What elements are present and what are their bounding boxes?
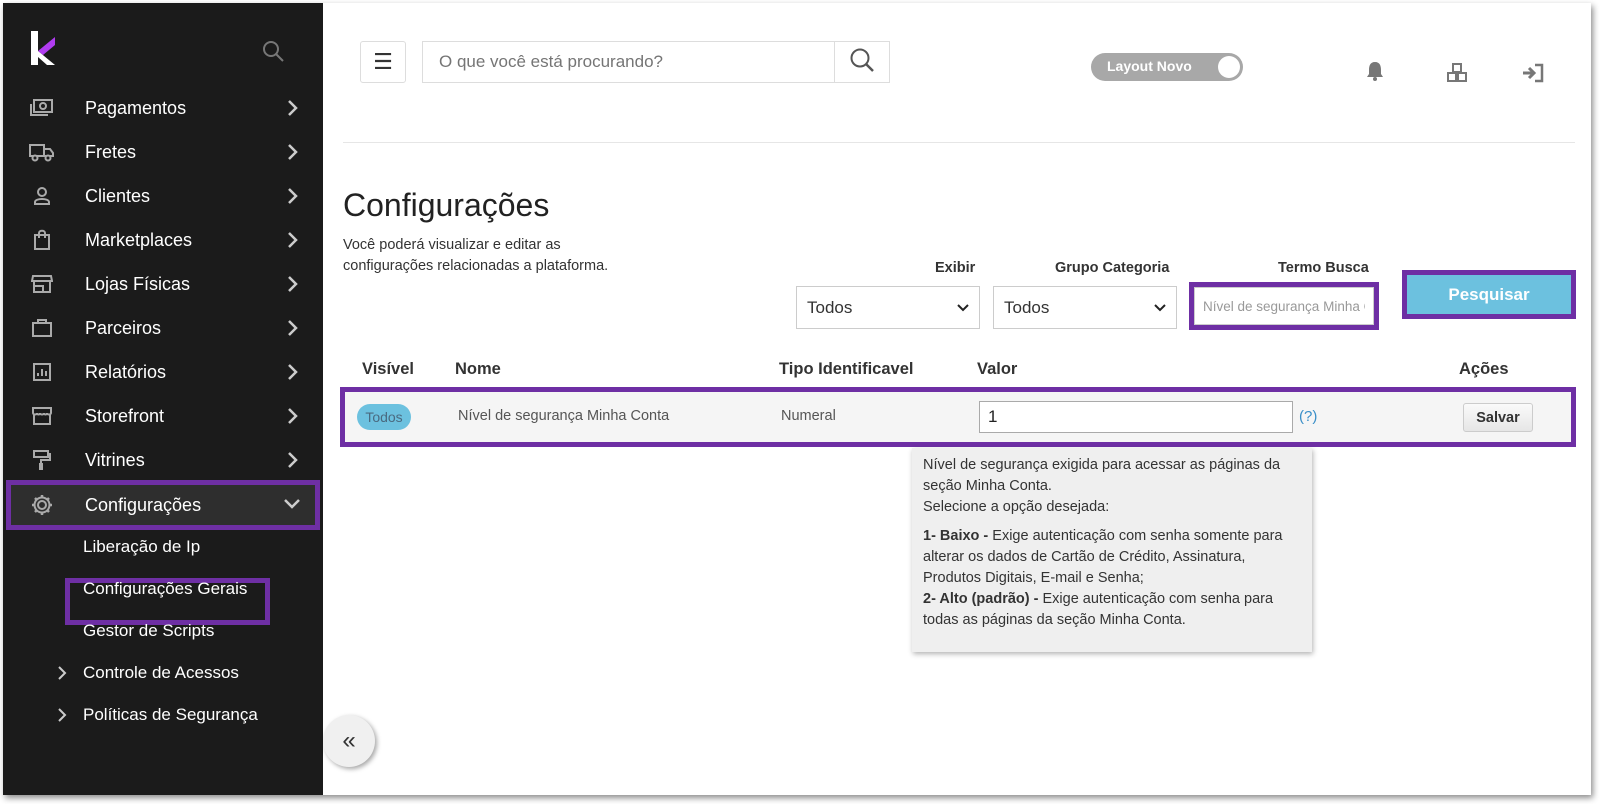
grupo-categoria-select[interactable]: Todos [993, 286, 1177, 329]
double-chevron-left-icon: « [342, 727, 356, 754]
tooltip-option-2-title: 2- Alto (padrão) - [923, 591, 1039, 607]
termo-busca-highlight [1189, 282, 1379, 330]
column-header-valor: Valor [977, 360, 1018, 378]
row-name: Nível de segurança Minha Conta [458, 408, 670, 424]
truck-icon [29, 140, 55, 164]
paint-roller-icon [29, 448, 55, 472]
visibility-badge: Todos [357, 404, 411, 430]
sidebar-item-storefront[interactable]: Storefront [3, 394, 323, 438]
grupo-categoria-label: Grupo Categoria [1055, 260, 1170, 276]
column-header-visivel: Visível [362, 360, 414, 378]
chevron-right-icon [287, 363, 299, 381]
grupo-categoria-value: Todos [1004, 297, 1050, 317]
money-icon [29, 96, 55, 120]
sidebar-item-label: Pagamentos [85, 97, 187, 118]
tooltip-intro: Nível de segurança exigida para acessar … [923, 457, 1281, 494]
sidebar-item-relatorios[interactable]: Relatórios [3, 350, 323, 394]
help-tooltip: Nível de segurança exigida para acessar … [912, 448, 1312, 652]
exibir-value: Todos [807, 297, 853, 317]
sign-in-icon[interactable] [1521, 61, 1545, 85]
chevron-right-icon [287, 231, 299, 249]
sidebar-item-lojas-fisicas[interactable]: Lojas Físicas [3, 262, 323, 306]
column-header-nome: Nome [455, 360, 501, 378]
sidebar-item-label: Parceiros [85, 317, 162, 338]
sidebar-item-pagamentos[interactable]: Pagamentos [3, 86, 323, 130]
column-header-tipo: Tipo Identificavel [779, 360, 914, 378]
storefront-icon [29, 404, 55, 428]
briefcase-icon [29, 316, 55, 340]
sidebar-subitem-configuracoes-gerais[interactable]: Configurações Gerais [83, 579, 247, 599]
tooltip-option-2: 2- Alto (padrão) - Exige autenticação co… [923, 589, 1301, 631]
shopping-bag-icon [29, 228, 55, 252]
chevron-down-icon [957, 301, 969, 315]
sidebar-subitem-liberacao-ip[interactable]: Liberação de Ip [83, 537, 200, 557]
column-header-acoes: Ações [1459, 360, 1509, 378]
sidebar-subitem-controle-acessos[interactable]: Controle de Acessos [83, 663, 239, 683]
app-window: Pagamentos Fretes Clientes Marketplaces … [3, 3, 1591, 795]
toggle-knob [1218, 56, 1240, 78]
chevron-down-icon [1154, 301, 1166, 315]
sidebar-item-label: Marketplaces [85, 229, 193, 250]
exibir-label: Exibir [935, 260, 976, 276]
hamburger-icon: ☰ [373, 49, 393, 74]
logo[interactable] [29, 29, 59, 69]
menu-button[interactable]: ☰ [360, 41, 406, 83]
search-input[interactable] [422, 41, 834, 83]
tooltip-option-1-title: 1- Baixo - [923, 528, 989, 544]
value-input[interactable] [979, 401, 1293, 433]
store-icon [29, 272, 55, 296]
sidebar-item-marketplaces[interactable]: Marketplaces [3, 218, 323, 262]
collapse-sidebar-button[interactable]: « [323, 715, 375, 767]
sidebar-item-fretes[interactable]: Fretes [3, 130, 323, 174]
search-icon [849, 47, 875, 78]
header-divider [343, 142, 1575, 143]
sidebar-item-label: Lojas Físicas [85, 273, 191, 294]
sidebar-item-label: Fretes [85, 141, 137, 162]
chevron-right-icon [287, 319, 299, 337]
chevron-down-icon [283, 497, 301, 509]
save-button[interactable]: Salvar [1463, 403, 1533, 432]
search-button[interactable] [834, 41, 890, 83]
bell-icon[interactable] [1363, 59, 1387, 83]
tooltip-select: Selecione a opção desejada: [923, 499, 1110, 515]
sidebar-item-label: Storefront [85, 405, 165, 426]
sidebar-item-label: Vitrines [85, 449, 145, 470]
chevron-right-icon [287, 143, 299, 161]
sidebar-item-label: Clientes [85, 185, 151, 206]
page-description: Você poderá visualizar e editar as confi… [343, 237, 609, 274]
sidebar-item-label: Relatórios [85, 361, 167, 382]
chevron-right-icon [287, 275, 299, 293]
sidebar-item-vitrines[interactable]: Vitrines [3, 438, 323, 482]
row-type: Numeral [781, 408, 836, 424]
gear-icon [29, 493, 55, 517]
sidebar-item-parceiros[interactable]: Parceiros [3, 306, 323, 350]
cubes-icon[interactable] [1445, 61, 1469, 85]
chevron-right-icon [287, 187, 299, 205]
termo-busca-label: Termo Busca [1278, 260, 1369, 276]
help-link[interactable]: (?) [1299, 408, 1317, 425]
toggle-label: Layout Novo [1107, 58, 1192, 74]
pesquisar-button[interactable]: Pesquisar [1402, 270, 1576, 319]
chevron-right-icon [57, 707, 67, 728]
sidebar-subitem-gestor-scripts[interactable]: Gestor de Scripts [83, 621, 214, 641]
chevron-right-icon [57, 665, 67, 686]
exibir-select[interactable]: Todos [796, 286, 980, 329]
page-title: Configurações [343, 187, 550, 223]
termo-busca-input[interactable] [1194, 287, 1374, 325]
layout-novo-toggle[interactable]: Layout Novo [1091, 53, 1243, 81]
sidebar-item-label: Configurações [85, 494, 202, 515]
chevron-right-icon [287, 451, 299, 469]
sidebar-item-clientes[interactable]: Clientes [3, 174, 323, 218]
sidebar: Pagamentos Fretes Clientes Marketplaces … [3, 3, 323, 795]
chevron-right-icon [287, 407, 299, 425]
search-icon[interactable] [261, 39, 285, 63]
user-icon [29, 184, 55, 208]
report-icon [29, 360, 55, 384]
sidebar-subitem-politicas-seguranca[interactable]: Políticas de Segurança [83, 705, 258, 725]
tooltip-option-1: 1- Baixo - Exige autenticação com senha … [923, 526, 1301, 589]
sidebar-item-configuracoes[interactable]: Configurações [6, 480, 320, 530]
chevron-right-icon [287, 99, 299, 117]
